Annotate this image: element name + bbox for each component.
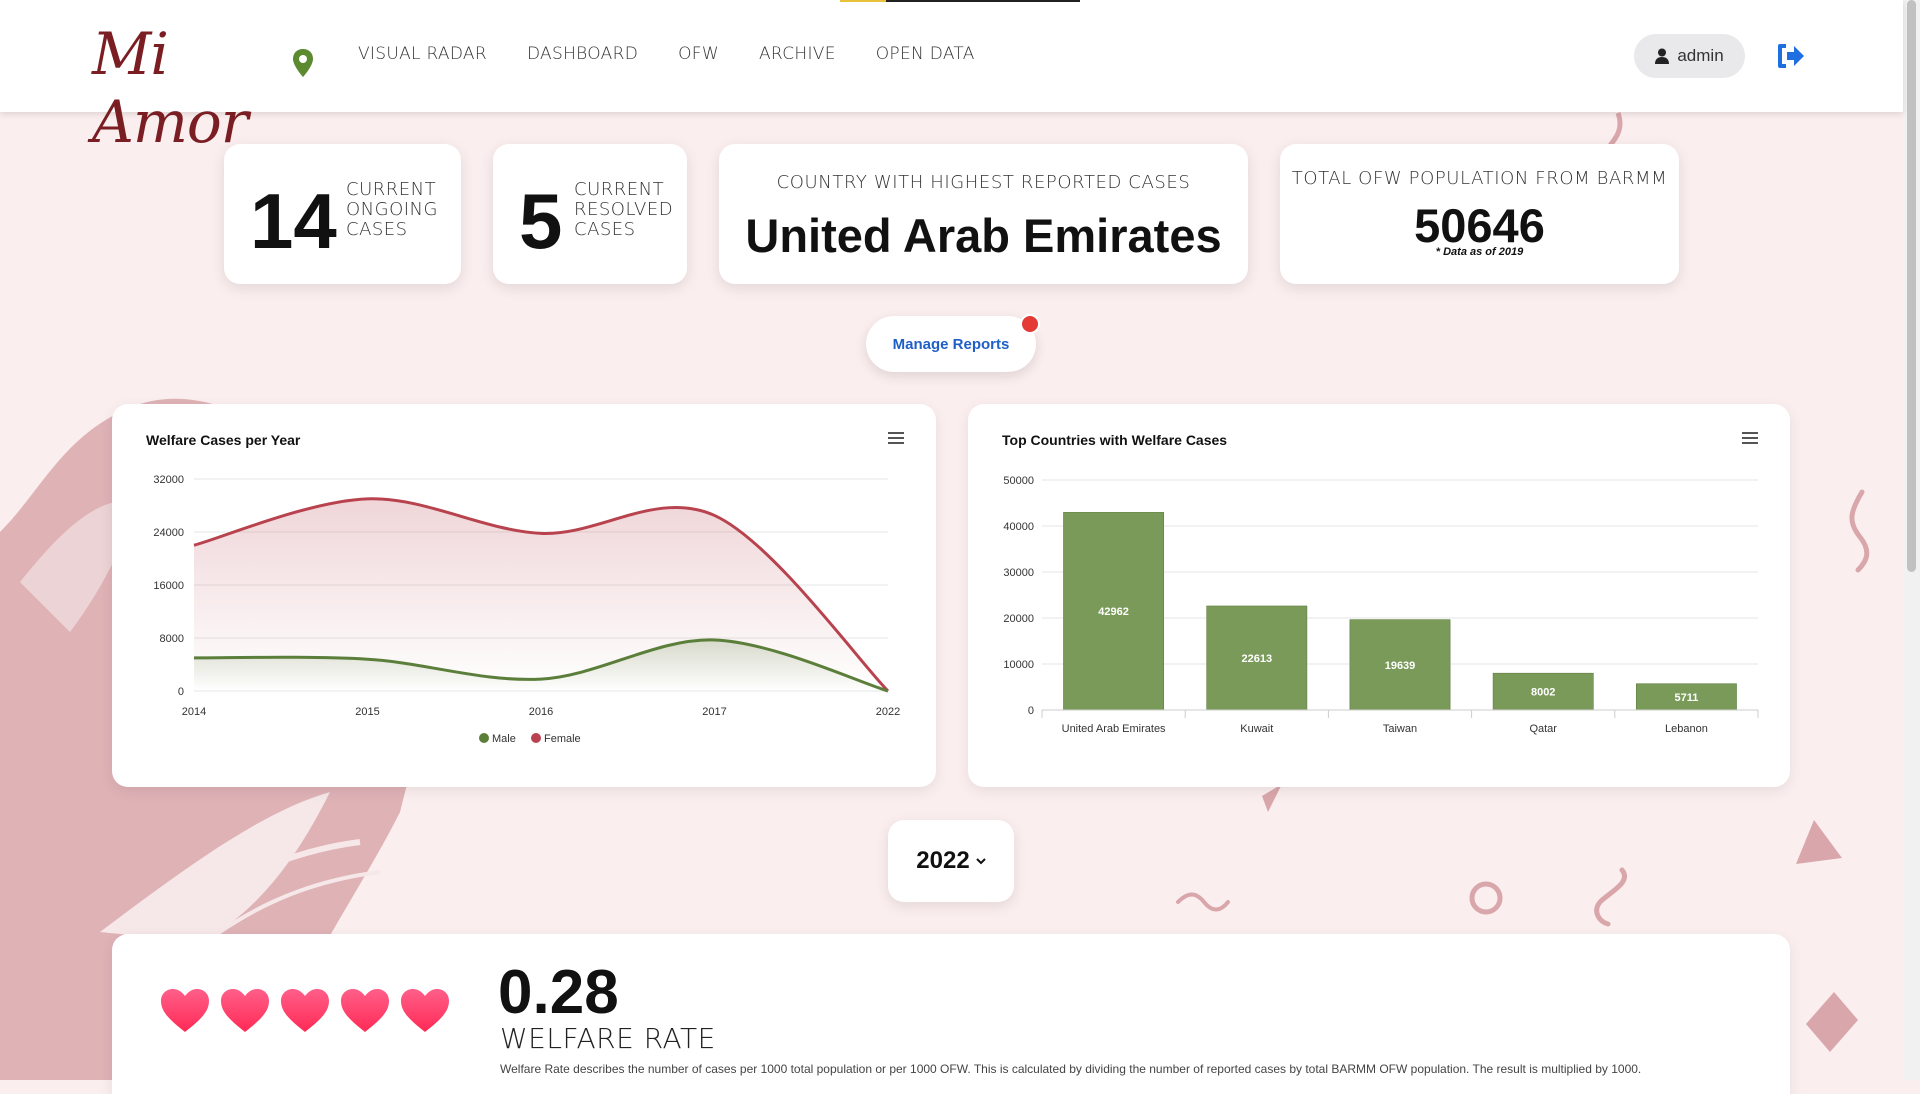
y-tick-label: 30000 <box>1003 567 1034 579</box>
ofw-population-value: 50646 <box>1414 199 1545 252</box>
user-name: admin <box>1677 46 1724 65</box>
resolved-cases-label: CURRENT RESOLVED CASES <box>574 180 673 240</box>
chevron-down-icon <box>975 858 986 865</box>
page-scrollbar[interactable] <box>1903 0 1920 1080</box>
nav-active-indicator <box>840 0 1080 2</box>
x-tick-label: 2017 <box>702 706 726 718</box>
map-pin-icon <box>293 49 313 77</box>
welfare-rate-description: Welfare Rate describes the number of cas… <box>500 1062 1642 1076</box>
nav-dashboard[interactable]: DASHBOARD <box>527 44 638 64</box>
legend-marker <box>479 733 489 743</box>
ofw-population-note: * Data as of 2019 <box>1435 246 1524 258</box>
app-logo[interactable]: Mi Amor <box>92 18 322 156</box>
welfare-rate-card: 0.28 WELFARE RATE Welfare Rate describes… <box>112 934 1790 1094</box>
year-selector[interactable]: 2022 <box>888 820 1014 902</box>
x-tick-label: Taiwan <box>1383 723 1417 735</box>
y-tick-label: 20000 <box>1003 613 1034 625</box>
welfare-rate-label: WELFARE RATE <box>500 1022 716 1055</box>
nav-visual-radar[interactable]: VISUAL RADAR <box>358 44 487 64</box>
user-icon <box>1655 48 1670 64</box>
bar-value-label: 8002 <box>1531 687 1555 699</box>
top-navbar: Mi Amor VISUAL RADAR DASHBOARD OFW ARCHI… <box>0 0 1903 156</box>
legend-label: Male <box>492 733 516 745</box>
bar-value-label: 19639 <box>1385 660 1416 672</box>
bar-chart-svg: 0 10000 20000 30000 40000 50000 42962 United Ar… <box>1003 475 1759 735</box>
bar-value-label: 22613 <box>1242 653 1273 665</box>
ofw-population-card: TOTAL OFW POPULATION FROM BARMM 50646 * … <box>1280 144 1679 284</box>
heart-icon <box>281 989 329 1032</box>
legend-label: Female <box>544 733 581 745</box>
ongoing-cases-value: 14 <box>250 177 337 265</box>
resolved-label-line: CASES <box>574 219 636 240</box>
year-value: 2022 <box>916 847 970 874</box>
resolved-cases-value: 5 <box>519 177 563 265</box>
x-tick-label: 2014 <box>182 706 206 718</box>
welfare-rate-value: 0.28 <box>498 958 619 1027</box>
x-tick-label: Qatar <box>1529 723 1557 735</box>
y-tick-label: 50000 <box>1003 475 1034 487</box>
bar-value-label: 5711 <box>1674 692 1698 704</box>
x-tick-label: Lebanon <box>1665 723 1708 735</box>
ongoing-cases-card: 14 CURRENT ONGOING CASES <box>224 144 461 284</box>
line-chart-svg: 0 8000 16000 24000 32000 2014 2015 2016 2017 2022… <box>153 474 900 745</box>
y-tick-label: 8000 <box>160 633 184 645</box>
nav-ofw[interactable]: OFW <box>678 44 719 64</box>
ongoing-label-line: ONGOING <box>346 199 438 220</box>
y-tick-label: 10000 <box>1003 659 1034 671</box>
y-tick-label: 0 <box>1028 705 1034 717</box>
top-country-value: United Arab Emirates <box>745 209 1222 262</box>
heart-icon <box>221 989 269 1032</box>
x-tick-label: Kuwait <box>1240 723 1273 735</box>
y-tick-label: 16000 <box>153 580 184 592</box>
welfare-cases-per-year-chart: Welfare Cases per Year 0 8000 16000 24000 32… <box>112 404 936 787</box>
x-tick-label: United Arab Emirates <box>1062 723 1166 735</box>
scrollbar-thumb[interactable] <box>1907 0 1916 572</box>
y-tick-label: 32000 <box>153 474 184 486</box>
y-tick-label: 0 <box>178 686 184 698</box>
heart-icon <box>341 989 389 1032</box>
manage-reports-button[interactable]: Manage Reports <box>866 316 1036 372</box>
ongoing-label-line: CURRENT <box>346 179 437 200</box>
ongoing-cases-label: CURRENT ONGOING CASES <box>346 180 438 240</box>
x-tick-label: 2016 <box>529 706 553 718</box>
user-menu-button[interactable]: admin <box>1634 34 1745 78</box>
heart-icon <box>401 989 449 1032</box>
heart-icon <box>161 989 209 1032</box>
top-countries-chart: Top Countries with Welfare Cases 0 10000 2… <box>968 404 1790 787</box>
resolved-label-line: RESOLVED <box>574 199 674 220</box>
resolved-label-line: CURRENT <box>574 179 665 200</box>
y-tick-label: 24000 <box>153 527 184 539</box>
logo-wordmark: Mi Amor <box>92 20 249 156</box>
x-tick-label: 2022 <box>876 706 900 718</box>
logout-icon[interactable] <box>1776 42 1806 70</box>
legend-marker <box>531 733 541 743</box>
top-country-card: COUNTRY WITH HIGHEST REPORTED CASES Unit… <box>719 144 1248 284</box>
main-nav: VISUAL RADAR DASHBOARD OFW ARCHIVE OPEN … <box>358 44 975 64</box>
top-country-title: COUNTRY WITH HIGHEST REPORTED CASES <box>776 172 1191 193</box>
notification-badge <box>1020 314 1040 334</box>
bar-value-label: 42962 <box>1098 606 1129 618</box>
y-tick-label: 40000 <box>1003 521 1034 533</box>
ongoing-label-line: CASES <box>346 219 408 240</box>
nav-archive[interactable]: ARCHIVE <box>759 44 836 64</box>
nav-open-data[interactable]: OPEN DATA <box>876 44 975 64</box>
x-tick-label: 2015 <box>355 706 379 718</box>
welfare-hearts <box>160 988 450 1034</box>
resolved-cases-card: 5 CURRENT RESOLVED CASES <box>493 144 687 284</box>
ofw-population-title: TOTAL OFW POPULATION FROM BARMM <box>1291 168 1668 189</box>
